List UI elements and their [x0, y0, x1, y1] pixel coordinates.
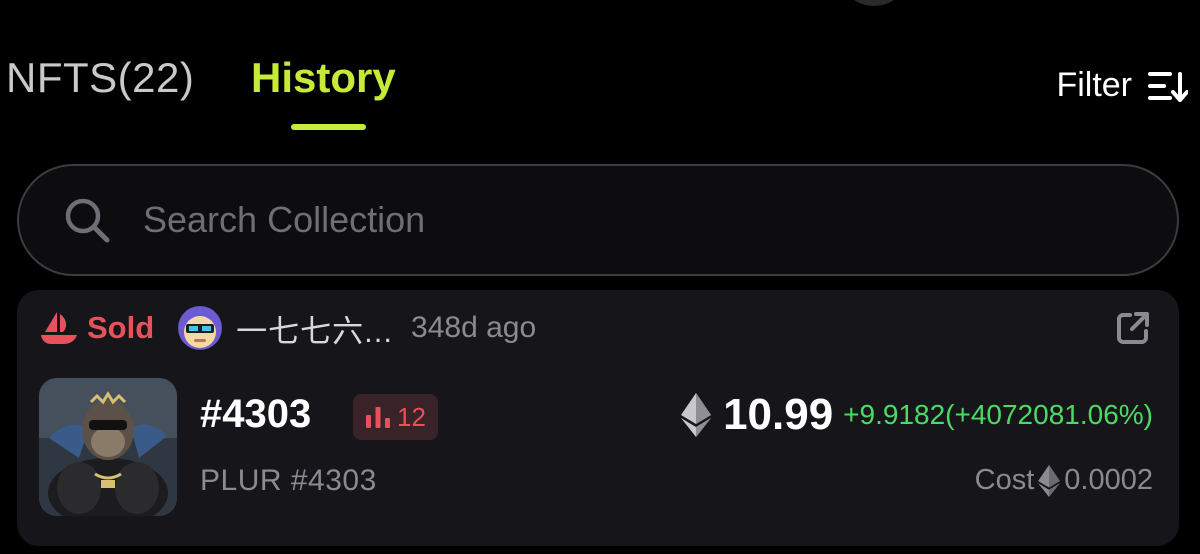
price-change: +9.9182(+4072081.06%)	[843, 399, 1153, 430]
filter-label: Filter	[1056, 66, 1132, 104]
sort-filter-icon	[1146, 69, 1188, 103]
cost-label: Cost	[974, 464, 1035, 496]
ethereum-icon	[1038, 464, 1061, 497]
nft-thumbnail[interactable]	[39, 378, 177, 516]
collection-name: PLUR #4303	[200, 464, 377, 497]
opensea-boat-icon	[41, 312, 77, 344]
rarity-rank-badge: 12	[353, 394, 438, 440]
ethereum-icon	[681, 393, 712, 437]
user-name[interactable]: 一七七六...	[236, 306, 393, 351]
external-link-icon[interactable]	[1115, 310, 1151, 346]
token-id: #4303	[200, 392, 312, 436]
search-input[interactable]	[141, 198, 1045, 242]
event-type-label: Sold	[87, 310, 155, 345]
tab-history[interactable]: History	[251, 54, 396, 102]
activity-header: Sold 一七七六... 348d ago	[39, 300, 1151, 356]
timestamp: 348d ago	[411, 311, 537, 344]
cost-value: 0.0002	[1064, 464, 1153, 496]
cost-row: Cost 0.0002	[975, 464, 1153, 497]
top-handle	[838, 0, 910, 6]
search-bar	[17, 164, 1179, 276]
activity-card[interactable]: Sold 一七七六... 348d ago #4303 12 PLUR #430…	[17, 290, 1179, 546]
active-tab-indicator	[291, 124, 366, 130]
rank-value: 12	[397, 401, 426, 432]
tab-nfts[interactable]: NFTS(22)	[6, 54, 194, 102]
price-row: 10.99 +9.9182(+4072081.06%)	[681, 390, 1153, 440]
sale-price: 10.99	[723, 390, 834, 439]
avatar[interactable]	[178, 306, 223, 350]
bar-chart-icon	[366, 407, 390, 428]
search-icon	[65, 198, 110, 243]
filter-button[interactable]: Filter	[1056, 66, 1188, 105]
